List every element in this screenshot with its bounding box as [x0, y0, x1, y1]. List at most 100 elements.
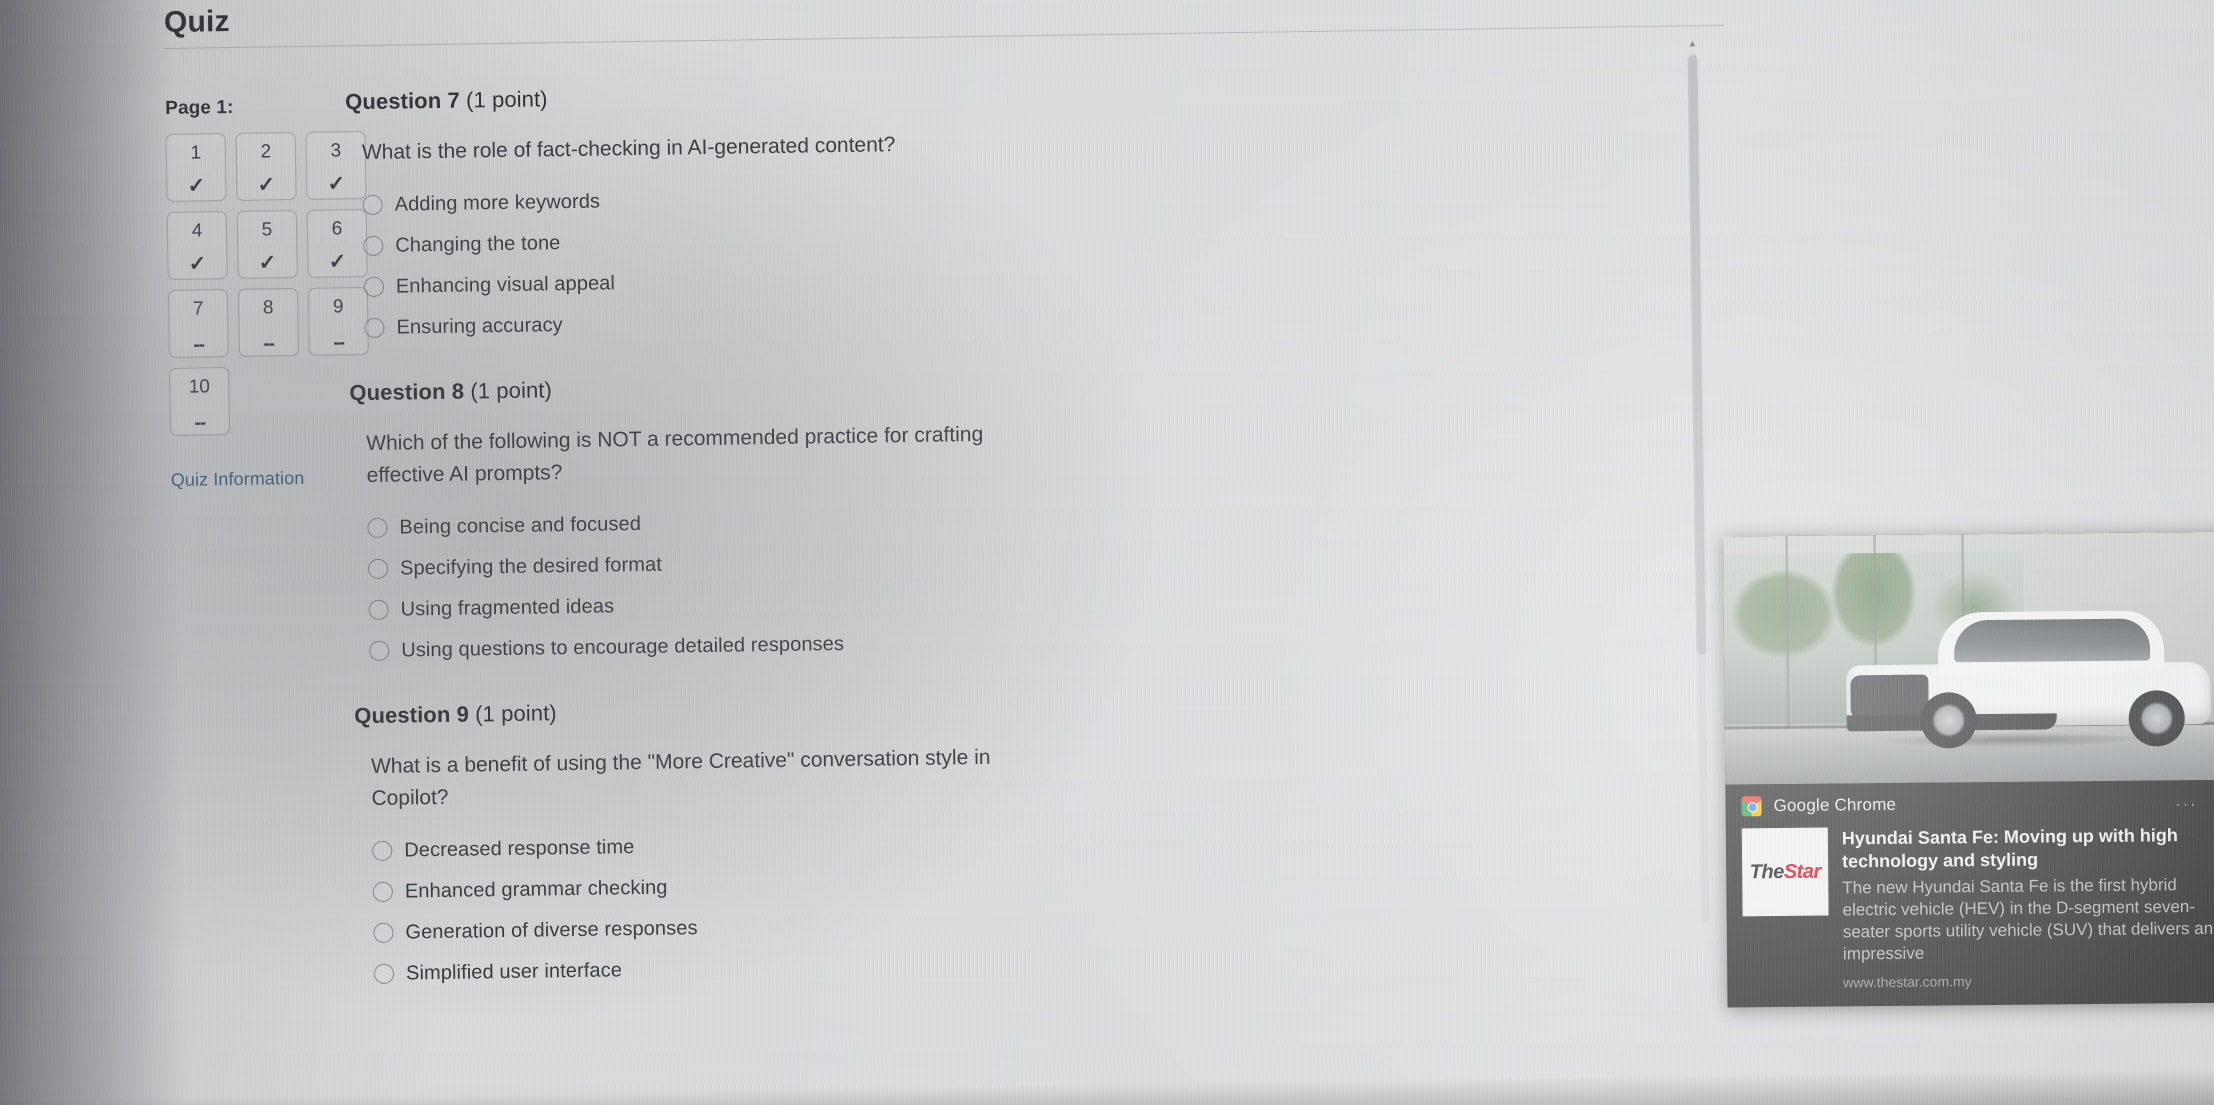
option-row[interactable]: Being concise and focused	[367, 500, 1481, 540]
dash-icon: --	[333, 332, 345, 354]
monitor-photo: Quiz Page 1: 1 ✓ 2 ✓ 3 ✓ 4 ✓ 5 ✓ 6 ✓ 7 -…	[0, 0, 2214, 1105]
radio-icon[interactable]	[373, 922, 394, 944]
options-list-9: Decreased response time Enhanced grammar…	[372, 823, 1488, 986]
publisher-name-star: Star	[1783, 860, 1821, 883]
notification-text: Hyundai Santa Fe: Moving up with high te…	[1842, 824, 2214, 991]
page-title: Quiz	[163, 5, 230, 39]
question-cell-number: 2	[260, 141, 272, 163]
check-icon: ✓	[258, 251, 277, 275]
option-row[interactable]: Simplified user interface	[373, 946, 1488, 986]
car-wheel	[1920, 692, 1978, 749]
radio-icon[interactable]	[373, 963, 395, 985]
option-label: Being concise and focused	[399, 512, 642, 539]
notification-source-url: www.thestar.com.my	[1843, 973, 1972, 991]
question-block-8: Question 8 (1 point) Which of the follow…	[349, 363, 1483, 663]
radio-icon[interactable]	[372, 881, 394, 903]
option-row[interactable]: Generation of diverse responses	[373, 905, 1487, 945]
publisher-logo: TheStar	[1741, 827, 1829, 917]
question-heading-7: Question 7 (1 point)	[345, 73, 1475, 116]
radio-icon[interactable]	[372, 840, 393, 862]
check-icon: ✓	[257, 173, 276, 197]
radio-icon[interactable]	[364, 317, 385, 339]
questions-column: Question 7 (1 point) What is the role of…	[345, 73, 1489, 1026]
quiz-page: Quiz Page 1: 1 ✓ 2 ✓ 3 ✓ 4 ✓ 5 ✓ 6 ✓ 7 -…	[0, 0, 2214, 1105]
question-cell-number: 3	[330, 140, 342, 162]
option-label: Specifying the desired format	[399, 553, 663, 580]
more-options-icon[interactable]: ···	[2176, 796, 2198, 814]
question-number: Question 9	[354, 701, 470, 728]
question-cell-number: 1	[190, 142, 202, 164]
chrome-icon	[1741, 796, 1762, 817]
question-stem: What is the role of fact-checking in AI-…	[361, 133, 896, 165]
question-cell-1[interactable]: 1 ✓	[165, 133, 227, 202]
question-number: Question 8	[349, 378, 465, 405]
option-row[interactable]: Specifying the desired format	[367, 541, 1482, 581]
option-label: Changing the tone	[395, 231, 561, 257]
options-list-7: Adding more keywords Changing the tone E…	[362, 177, 1478, 340]
question-cell-number: 7	[192, 298, 204, 320]
question-cell-8[interactable]: 8 --	[237, 288, 299, 357]
notification-headline: Hyundai Santa Fe: Moving up with high te…	[1841, 825, 2178, 872]
question-points: (1 point)	[470, 376, 553, 404]
option-label: Decreased response time	[404, 835, 635, 862]
radio-icon[interactable]	[363, 276, 385, 298]
screen-surface: Quiz Page 1: 1 ✓ 2 ✓ 3 ✓ 4 ✓ 5 ✓ 6 ✓ 7 -…	[0, 0, 2214, 1105]
question-heading-9: Question 9 (1 point)	[354, 686, 1484, 729]
option-row[interactable]: Decreased response time	[372, 823, 1486, 863]
question-cell-5[interactable]: 5 ✓	[236, 210, 298, 279]
page-scrollbar[interactable]: ▲	[1684, 35, 1713, 935]
radio-icon[interactable]	[367, 558, 389, 580]
options-list-8: Being concise and focused Specifying the…	[367, 500, 1483, 663]
notification-app-row: Google Chrome ··· ✕	[1725, 780, 2214, 823]
question-heading-8: Question 8 (1 point)	[349, 363, 1479, 406]
option-row[interactable]: Enhanced grammar checking	[372, 864, 1487, 904]
option-row[interactable]: Ensuring accuracy	[364, 300, 1478, 340]
radio-icon[interactable]	[363, 235, 384, 257]
option-label: Ensuring accuracy	[396, 313, 563, 339]
question-cell-number: 6	[331, 218, 343, 240]
scrollbar-thumb[interactable]	[1687, 55, 1707, 656]
car-grille	[1850, 674, 1929, 720]
check-icon: ✓	[188, 252, 207, 276]
option-label: Simplified user interface	[405, 959, 623, 985]
notification-body[interactable]: TheStar Hyundai Santa Fe: Moving up with…	[1726, 818, 2214, 1008]
question-cell-2[interactable]: 2 ✓	[235, 132, 297, 201]
question-cell-7[interactable]: 7 --	[167, 289, 229, 358]
question-stem: Which of the following is NOT a recommen…	[366, 422, 984, 488]
option-row[interactable]: Changing the tone	[363, 218, 1477, 258]
notification-app-name: Google Chrome	[1773, 794, 1897, 816]
question-block-7: Question 7 (1 point) What is the role of…	[345, 73, 1479, 340]
question-stem: What is a benefit of using the "More Cre…	[370, 745, 991, 811]
question-cell-number: 5	[261, 219, 273, 241]
chrome-notification-toast[interactable]: Google Chrome ··· ✕ TheStar Hyundai Sant…	[1722, 531, 2214, 1008]
publisher-name-the: The	[1749, 860, 1784, 883]
scroll-up-arrow-icon[interactable]: ▲	[1684, 35, 1700, 51]
option-row[interactable]: Using fragmented ideas	[368, 582, 1483, 622]
option-label: Adding more keywords	[394, 190, 601, 216]
question-block-9: Question 9 (1 point) What is a benefit o…	[354, 686, 1488, 986]
notification-description: The new Hyundai Santa Fe is the first hy…	[1842, 875, 2214, 964]
option-label: Generation of diverse responses	[405, 916, 698, 944]
radio-icon[interactable]	[367, 517, 388, 539]
car-windows	[1953, 618, 2151, 663]
radio-icon[interactable]	[362, 194, 383, 216]
question-cell-number: 9	[332, 296, 344, 318]
check-icon: ✓	[328, 250, 347, 274]
radio-icon[interactable]	[368, 599, 389, 621]
option-row[interactable]: Adding more keywords	[362, 177, 1476, 217]
question-cell-number: 4	[191, 220, 203, 242]
question-points: (1 point)	[465, 86, 548, 113]
option-row[interactable]: Enhancing visual appeal	[363, 259, 1478, 299]
question-cell-4[interactable]: 4 ✓	[166, 211, 228, 280]
option-label: Enhancing visual appeal	[395, 271, 616, 298]
option-label: Enhanced grammar checking	[404, 876, 668, 903]
question-cell-10[interactable]: 10 --	[169, 367, 231, 436]
notification-hero-image	[1722, 531, 2214, 785]
dash-icon: --	[193, 334, 205, 356]
option-row[interactable]: Using questions to encourage detailed re…	[369, 623, 1483, 663]
question-cell-number: 10	[188, 376, 211, 398]
radio-icon[interactable]	[369, 640, 390, 662]
option-label: Using questions to encourage detailed re…	[401, 632, 845, 662]
suv-car-illustration	[1842, 606, 2214, 749]
check-icon: ✓	[327, 172, 346, 196]
